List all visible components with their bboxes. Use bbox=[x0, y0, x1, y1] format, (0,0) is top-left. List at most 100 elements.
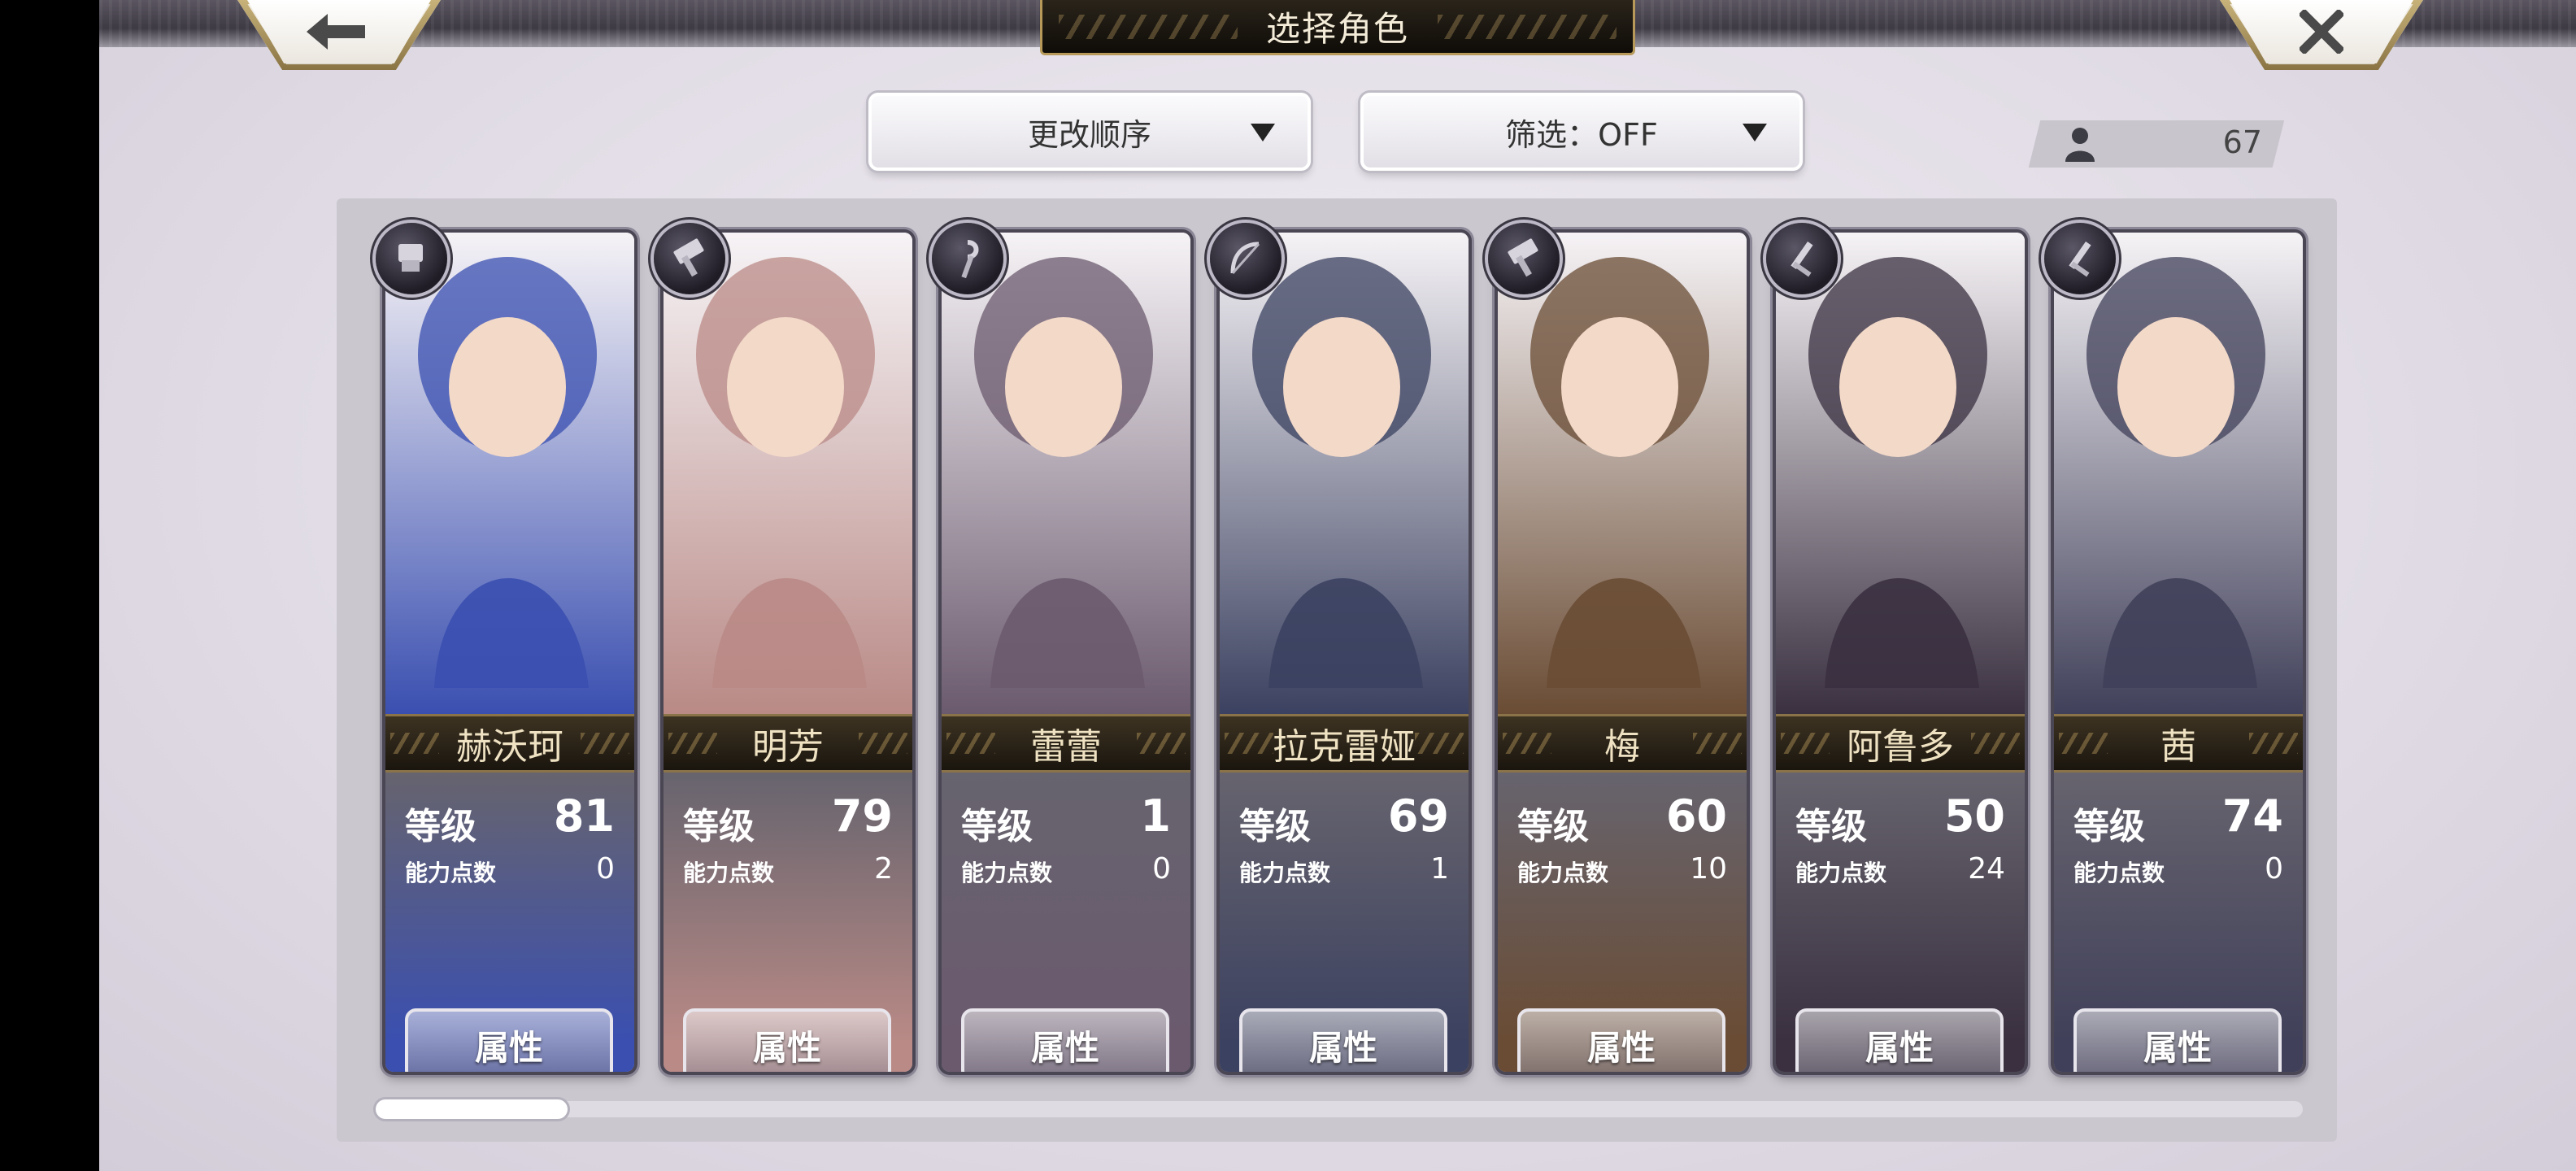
sort-order-label: 更改顺序 bbox=[1027, 116, 1151, 153]
attribute-button[interactable]: 属性 bbox=[683, 1008, 891, 1072]
filter-dropdown[interactable]: 筛选：OFF bbox=[1360, 93, 1803, 171]
character-name-bar: 梅 bbox=[1498, 714, 1747, 773]
ability-points-label: 能力点数 bbox=[2073, 860, 2165, 886]
level-label: 等级 bbox=[1795, 806, 1867, 847]
level-value: 79 bbox=[831, 790, 893, 842]
character-name: 蕾蕾 bbox=[1030, 726, 1102, 768]
bow-icon bbox=[1210, 223, 1281, 294]
close-x-icon bbox=[2300, 10, 2343, 54]
level-label: 等级 bbox=[961, 806, 1033, 847]
character-name-bar: 赫沃珂 bbox=[385, 714, 634, 773]
ability-points-label: 能力点数 bbox=[1795, 860, 1887, 886]
character-portrait bbox=[1220, 233, 1469, 714]
character-name-bar: 拉克雷娅 bbox=[1220, 714, 1469, 773]
ability-points-value: 1 bbox=[1430, 852, 1449, 886]
back-button[interactable] bbox=[237, 0, 441, 70]
character-select-screen: 选择角色 更改顺序 筛选：OFF 67 赫沃珂 等级 81 能力点数 0 属性 … bbox=[99, 0, 2576, 1171]
character-count: 67 bbox=[2222, 124, 2262, 160]
character-portrait bbox=[664, 233, 912, 714]
character-stats: 等级 1 能力点数 0 属性 bbox=[942, 773, 1190, 1072]
level-label: 等级 bbox=[405, 806, 476, 847]
character-name-bar: 阿鲁多 bbox=[1776, 714, 2025, 773]
chevron-down-icon bbox=[1251, 124, 1275, 141]
character-portrait bbox=[2054, 233, 2303, 714]
ability-points-value: 10 bbox=[1690, 852, 1727, 886]
character-name: 阿鲁多 bbox=[1847, 726, 1954, 768]
gauntlet-icon bbox=[376, 223, 447, 294]
ability-points-label: 能力点数 bbox=[683, 860, 775, 886]
attribute-button[interactable]: 属性 bbox=[2073, 1008, 2282, 1072]
character-portrait bbox=[385, 233, 634, 714]
character-portrait bbox=[942, 233, 1190, 714]
level-value: 50 bbox=[1943, 790, 2005, 842]
attribute-button-label: 属性 bbox=[2143, 1027, 2212, 1068]
attribute-button[interactable]: 属性 bbox=[405, 1008, 613, 1072]
character-name: 明芳 bbox=[752, 726, 824, 768]
character-portrait bbox=[1776, 233, 2025, 714]
character-name-bar: 明芳 bbox=[664, 714, 912, 773]
character-stats: 等级 60 能力点数 10 属性 bbox=[1498, 773, 1747, 1072]
character-card[interactable]: 梅 等级 60 能力点数 10 属性 bbox=[1498, 233, 1747, 1072]
ability-points-value: 24 bbox=[1968, 852, 2005, 886]
ability-points-label: 能力点数 bbox=[961, 860, 1053, 886]
level-value: 60 bbox=[1665, 790, 1727, 842]
ability-points-label: 能力点数 bbox=[1239, 860, 1331, 886]
character-card[interactable]: 拉克雷娅 等级 69 能力点数 1 属性 bbox=[1220, 233, 1469, 1072]
sword-icon bbox=[1766, 223, 1838, 294]
chevron-down-icon bbox=[1743, 124, 1767, 141]
scrollbar-thumb[interactable] bbox=[376, 1099, 568, 1119]
hammer-icon bbox=[1488, 223, 1560, 294]
staff-icon bbox=[932, 223, 1003, 294]
ability-points-value: 0 bbox=[2265, 852, 2283, 886]
character-name-bar: 蕾蕾 bbox=[942, 714, 1190, 773]
character-card[interactable]: 阿鲁多 等级 50 能力点数 24 属性 bbox=[1776, 233, 2025, 1072]
ability-points-value: 2 bbox=[874, 852, 893, 886]
character-stats: 等级 79 能力点数 2 属性 bbox=[664, 773, 912, 1072]
sword-icon bbox=[2044, 223, 2116, 294]
person-icon bbox=[2065, 128, 2095, 162]
attribute-button[interactable]: 属性 bbox=[1517, 1008, 1725, 1072]
attribute-button-label: 属性 bbox=[474, 1027, 543, 1068]
attribute-button-label: 属性 bbox=[752, 1027, 821, 1068]
character-name: 赫沃珂 bbox=[456, 726, 564, 768]
character-stats: 等级 81 能力点数 0 属性 bbox=[385, 773, 634, 1072]
attribute-button-label: 属性 bbox=[1586, 1027, 1656, 1068]
page-title: 选择角色 bbox=[1265, 9, 1409, 49]
character-card[interactable]: 蕾蕾 等级 1 能力点数 0 属性 bbox=[942, 233, 1190, 1072]
attribute-button[interactable]: 属性 bbox=[961, 1008, 1169, 1072]
ability-points-label: 能力点数 bbox=[1517, 860, 1609, 886]
scrollbar-track[interactable] bbox=[376, 1101, 2303, 1117]
character-name: 梅 bbox=[1604, 726, 1640, 768]
level-value: 1 bbox=[1140, 790, 1171, 842]
attribute-button-label: 属性 bbox=[1030, 1027, 1099, 1068]
character-stats: 等级 69 能力点数 1 属性 bbox=[1220, 773, 1469, 1072]
character-card[interactable]: 明芳 等级 79 能力点数 2 属性 bbox=[664, 233, 912, 1072]
character-name-bar: 茜 bbox=[2054, 714, 2303, 773]
arrow-left-icon bbox=[307, 14, 365, 50]
attribute-button-label: 属性 bbox=[1308, 1027, 1377, 1068]
character-card[interactable]: 茜 等级 74 能力点数 0 属性 bbox=[2054, 233, 2303, 1072]
attribute-button-label: 属性 bbox=[1865, 1027, 1934, 1068]
level-value: 74 bbox=[2221, 790, 2283, 842]
level-value: 81 bbox=[553, 790, 615, 842]
attribute-button[interactable]: 属性 bbox=[1795, 1008, 2004, 1072]
character-portrait bbox=[1498, 233, 1747, 714]
ability-points-value: 0 bbox=[1152, 852, 1171, 886]
ability-points-value: 0 bbox=[596, 852, 615, 886]
ability-points-label: 能力点数 bbox=[405, 860, 497, 886]
level-label: 等级 bbox=[2073, 806, 2145, 847]
level-label: 等级 bbox=[1239, 806, 1311, 847]
character-name: 茜 bbox=[2160, 726, 2196, 768]
level-value: 69 bbox=[1387, 790, 1449, 842]
sort-order-dropdown[interactable]: 更改顺序 bbox=[868, 93, 1311, 171]
close-button[interactable] bbox=[2220, 0, 2423, 70]
hammer-icon bbox=[654, 223, 725, 294]
title-plate: 选择角色 bbox=[1040, 0, 1635, 55]
level-label: 等级 bbox=[683, 806, 755, 847]
character-stats: 等级 74 能力点数 0 属性 bbox=[2054, 773, 2303, 1072]
attribute-button[interactable]: 属性 bbox=[1239, 1008, 1447, 1072]
character-card[interactable]: 赫沃珂 等级 81 能力点数 0 属性 bbox=[385, 233, 634, 1072]
character-stats: 等级 50 能力点数 24 属性 bbox=[1776, 773, 2025, 1072]
character-name: 拉克雷娅 bbox=[1273, 726, 1416, 768]
filter-label: 筛选：OFF bbox=[1505, 116, 1658, 153]
